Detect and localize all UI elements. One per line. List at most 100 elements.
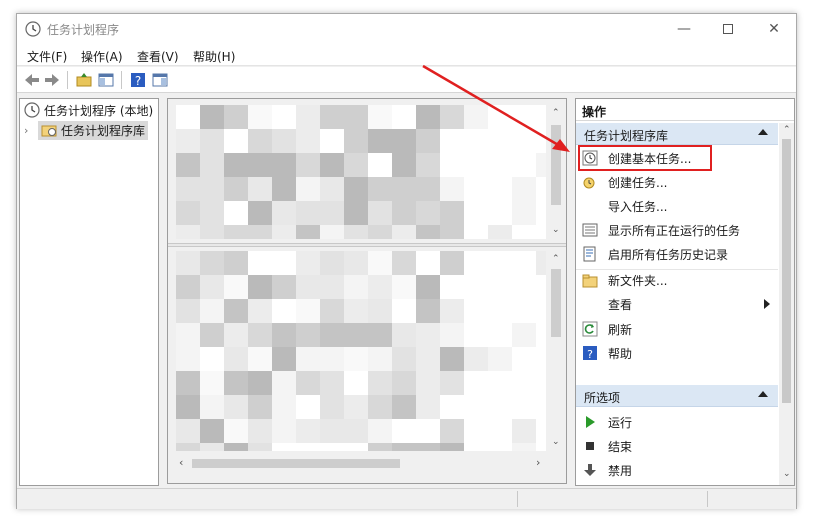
blurred-cell (536, 251, 546, 275)
up-folder-icon[interactable] (75, 71, 93, 89)
blurred-cell (440, 419, 464, 443)
section-selected-item[interactable]: 所选项 (576, 385, 778, 407)
blurred-cell (464, 275, 488, 299)
action-label: 显示所有正在运行的任务 (608, 223, 741, 238)
blurred-cell (224, 129, 248, 153)
blurred-cell (368, 275, 392, 299)
blurred-cell (320, 153, 344, 177)
blurred-cell (296, 275, 320, 299)
blurred-cell (296, 371, 320, 395)
scroll-up-icon[interactable]: ⌃ (552, 108, 560, 118)
action-item[interactable]: 导入任务... (576, 195, 778, 217)
blurred-cell (248, 443, 272, 451)
scroll-down-icon[interactable]: ⌄ (552, 225, 560, 235)
blurred-cell (512, 347, 536, 371)
blurred-cell (368, 443, 392, 451)
tree-library[interactable]: › 任务计划程序库 (24, 120, 149, 140)
blurred-cell (416, 251, 440, 275)
scroll-left-icon[interactable]: ‹ (179, 456, 183, 469)
action-item[interactable]: 禁用 (576, 459, 778, 481)
bottom-vertical-scrollbar[interactable]: ⌃ ⌄ (548, 251, 564, 451)
blurred-cell (344, 129, 368, 153)
blurred-cell (392, 371, 416, 395)
scroll-thumb[interactable] (782, 139, 791, 403)
blurred-cell (392, 177, 416, 201)
action-item[interactable]: 运行 (576, 411, 778, 433)
show-hide-tree-icon[interactable] (97, 71, 115, 89)
collapse-icon[interactable] (758, 391, 768, 397)
blurred-cell (416, 419, 440, 443)
blurred-cell (224, 201, 248, 225)
action-item[interactable]: 新文件夹... (576, 269, 778, 291)
chevron-right-icon[interactable]: › (24, 124, 38, 137)
blurred-cell (464, 419, 488, 443)
action-item[interactable]: 显示所有正在运行的任务 (576, 219, 778, 241)
forward-icon[interactable] (43, 71, 61, 89)
blurred-cell (440, 153, 464, 177)
blurred-cell (512, 419, 536, 443)
action-item[interactable]: 结束 (576, 435, 778, 457)
top-vertical-scrollbar[interactable]: ⌃ ⌄ (548, 105, 564, 239)
back-icon[interactable] (23, 71, 41, 89)
menu-file[interactable]: 文件(F) (27, 48, 67, 65)
help-icon[interactable]: ? (129, 71, 147, 89)
status-bar (17, 488, 796, 509)
actions-scrollbar[interactable]: ⌃ ⌄ (779, 123, 794, 485)
blank-icon (582, 198, 598, 214)
scroll-up-icon[interactable]: ⌃ (783, 125, 791, 135)
minimize-icon: — (677, 21, 691, 37)
collapse-icon[interactable] (758, 129, 768, 135)
pane-splitter[interactable] (168, 243, 566, 247)
blurred-cell (248, 129, 272, 153)
blurred-cell (320, 443, 344, 451)
blurred-cell (320, 251, 344, 275)
blurred-cell (512, 323, 536, 347)
section-selected-label: 所选项 (584, 391, 621, 405)
horizontal-scrollbar[interactable]: ‹ › (176, 455, 548, 471)
minimize-button[interactable]: — (661, 14, 707, 44)
blurred-cell (272, 105, 296, 129)
blurred-cell (368, 225, 392, 239)
menu-view[interactable]: 查看(V) (137, 48, 179, 65)
scroll-up-icon[interactable]: ⌃ (552, 254, 560, 264)
blurred-cell (368, 371, 392, 395)
blurred-cell (488, 275, 512, 299)
title-bar: 任务计划程序 — ✕ (17, 14, 796, 44)
blurred-cell (224, 153, 248, 177)
blurred-cell (344, 347, 368, 371)
blurred-cell (224, 225, 248, 239)
tree-root[interactable]: 任务计划程序 (本地) (24, 101, 153, 119)
history-icon (582, 246, 598, 262)
close-button[interactable]: ✕ (751, 14, 797, 44)
blurred-cell (200, 251, 224, 275)
action-item[interactable]: ? 帮助 (576, 342, 778, 364)
action-item[interactable]: 创建任务... (576, 171, 778, 193)
highlight-box (578, 145, 712, 171)
action-item[interactable]: 查看 (576, 293, 778, 315)
scroll-thumb[interactable] (192, 459, 400, 468)
action-item[interactable]: 刷新 (576, 318, 778, 340)
section-library[interactable]: 任务计划程序库 (576, 123, 778, 145)
menu-action[interactable]: 操作(A) (81, 48, 123, 65)
blurred-cell (320, 323, 344, 347)
maximize-button[interactable] (705, 14, 751, 44)
blurred-cell (512, 129, 536, 153)
action-item[interactable]: 启用所有任务历史记录 (576, 243, 778, 265)
menu-help[interactable]: 帮助(H) (193, 48, 235, 65)
blurred-cell (344, 177, 368, 201)
blurred-cell (272, 347, 296, 371)
action-item[interactable]: 导出... (576, 483, 778, 485)
blurred-cell (440, 299, 464, 323)
blurred-cell (224, 395, 248, 419)
scroll-thumb[interactable] (551, 269, 561, 337)
blurred-cell (320, 129, 344, 153)
blurred-cell (392, 443, 416, 451)
action-pane-icon[interactable] (151, 71, 169, 89)
blurred-cell (392, 275, 416, 299)
scroll-down-icon[interactable]: ⌄ (783, 469, 791, 479)
blurred-cell (392, 105, 416, 129)
blurred-cell (464, 347, 488, 371)
scroll-right-icon[interactable]: › (536, 456, 540, 469)
scroll-down-icon[interactable]: ⌄ (552, 437, 560, 447)
scroll-thumb[interactable] (551, 125, 561, 205)
